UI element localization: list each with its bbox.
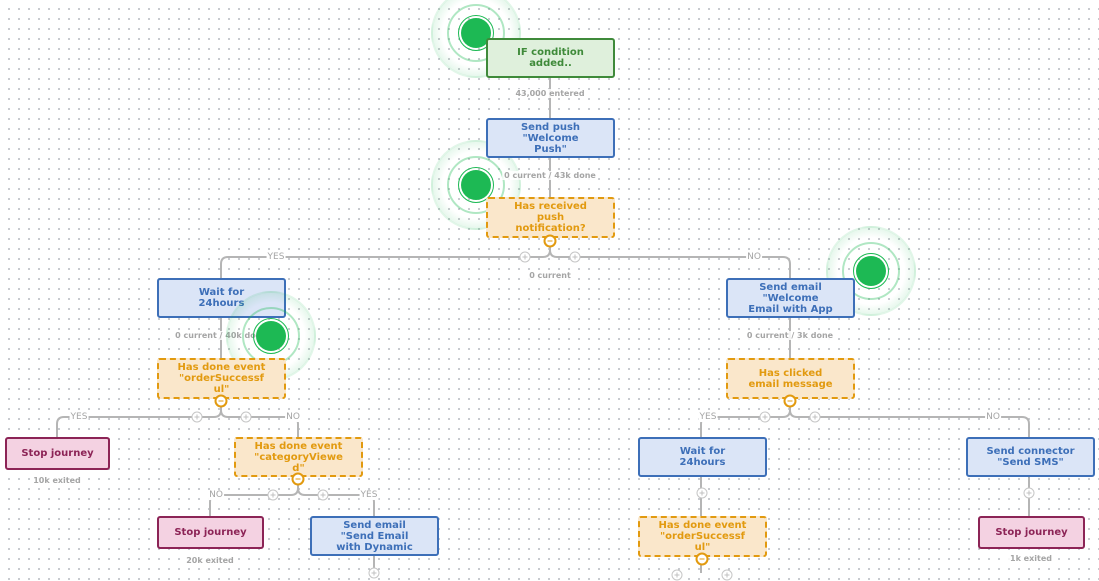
node-has-done-category[interactable]: Has done event "categoryViewe d" — [234, 437, 363, 477]
node-stop-journey-mid[interactable]: Stop journey — [157, 516, 264, 549]
journey-canvas[interactable]: IF condition added.. 43,000 entered Send… — [0, 0, 1099, 581]
add-step-yes-button[interactable] — [317, 489, 329, 501]
add-step-yes-button[interactable] — [519, 251, 531, 263]
split-icon[interactable] — [695, 552, 709, 566]
branch-label-yes: YES — [69, 412, 89, 422]
split-icon[interactable] — [291, 472, 305, 486]
split-icon[interactable] — [214, 394, 228, 408]
add-step-button[interactable] — [1023, 487, 1035, 499]
send-push-stats: 0 current / 43k done — [502, 171, 598, 180]
add-step-no-button[interactable] — [240, 411, 252, 423]
add-step-yes-button[interactable] — [671, 569, 683, 581]
node-has-received-push[interactable]: Has received push notification? — [486, 197, 615, 238]
branch-label-no: NO — [208, 490, 224, 500]
node-trigger-if-condition[interactable]: IF condition added.. — [486, 38, 615, 78]
add-step-yes-button[interactable] — [759, 411, 771, 423]
node-has-clicked-email[interactable]: Has clicked email message — [726, 358, 855, 399]
stop-left-exited: 10k exited — [31, 476, 83, 485]
node-has-done-order-right[interactable]: Has done event "orderSuccessf ul" — [638, 516, 767, 557]
branch-label-yes: YES — [359, 490, 379, 500]
has-received-push-stats: 0 current — [527, 271, 573, 280]
add-step-no-button[interactable] — [267, 489, 279, 501]
node-send-email-welcome[interactable]: Send email "Welcome Email with App — [726, 278, 855, 318]
add-step-no-button[interactable] — [569, 251, 581, 263]
node-has-done-order-left[interactable]: Has done event "orderSuccessf ul" — [157, 358, 286, 399]
node-send-push[interactable]: Send push "Welcome Push" — [486, 118, 615, 158]
send-email-welcome-stats: 0 current / 3k done — [744, 331, 836, 340]
node-wait-left[interactable]: Wait for 24hours — [157, 278, 286, 318]
split-icon[interactable] — [543, 234, 557, 248]
node-stop-journey-left[interactable]: Stop journey — [5, 437, 110, 470]
add-step-button[interactable] — [696, 487, 708, 499]
stop-mid-exited: 20k exited — [184, 556, 236, 565]
node-send-email-dynamic[interactable]: Send email "Send Email with Dynamic — [310, 516, 439, 556]
wait-left-stats: 0 current / 40k done — [173, 331, 269, 340]
branch-label-no: NO — [285, 412, 301, 422]
node-wait-right[interactable]: Wait for 24hours — [638, 437, 767, 477]
trigger-entered-count: 43,000 entered — [513, 89, 587, 98]
add-step-button[interactable] — [368, 567, 380, 579]
node-send-connector-sms[interactable]: Send connector "Send SMS" — [966, 437, 1095, 477]
branch-label-yes: YES — [266, 252, 286, 262]
add-step-yes-button[interactable] — [191, 411, 203, 423]
node-stop-journey-right[interactable]: Stop journey — [978, 516, 1085, 549]
branch-label-no: NO — [746, 252, 762, 262]
add-step-no-button[interactable] — [809, 411, 821, 423]
branch-label-yes: YES — [698, 412, 718, 422]
branch-label-no: NO — [985, 412, 1001, 422]
stop-right-exited: 1k exited — [1008, 554, 1054, 563]
add-step-no-button[interactable] — [721, 569, 733, 581]
split-icon[interactable] — [783, 394, 797, 408]
